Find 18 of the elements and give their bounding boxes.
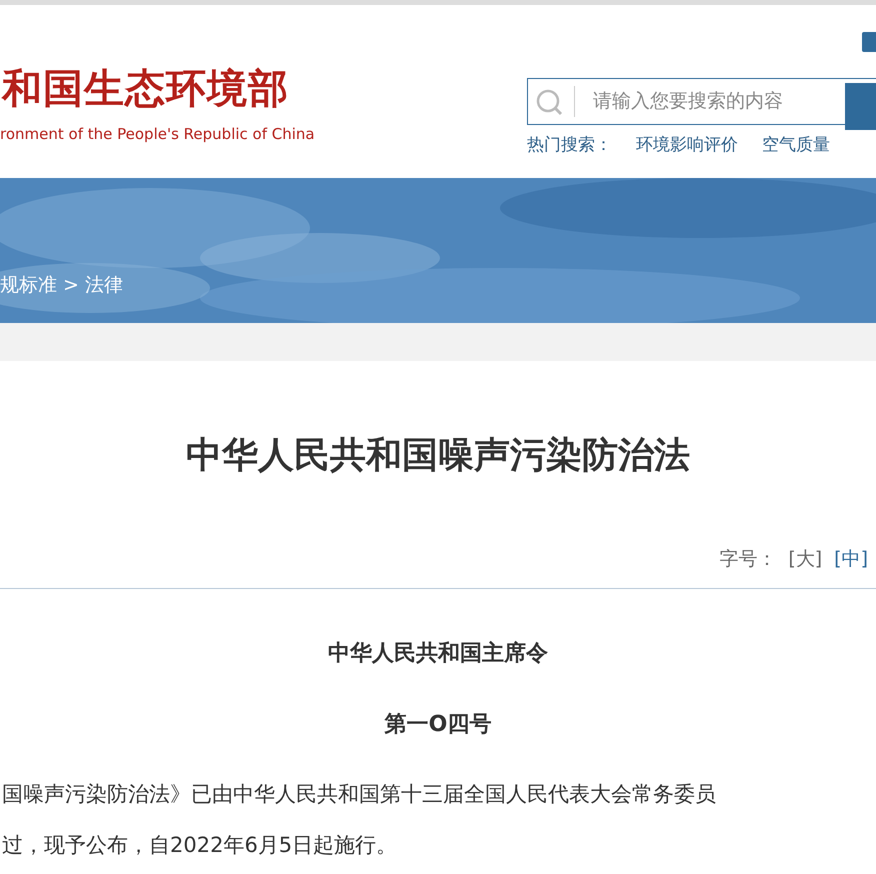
section-heading: 第一O四号 — [384, 710, 492, 738]
breadcrumb-link[interactable]: 规标准 — [0, 274, 57, 296]
hot-search-label: 热门搜索： — [527, 134, 612, 157]
paragraph-line: 国噪声污染防治法》已由中华人民共和国第十三届全国人民代表大会常务委员 — [1, 780, 717, 808]
search-button[interactable] — [845, 83, 876, 130]
paragraph-line: 过，现予公布，自2022年6月5日起施行。 — [1, 832, 398, 859]
section-heading: 中华人民共和国主席令 — [327, 640, 549, 668]
breadcrumb-separator: > — [63, 274, 79, 296]
font-size-option[interactable]: [大] — [776, 545, 822, 574]
search-field[interactable]: 请输入您要搜索的内容 — [527, 78, 876, 125]
font-size-label: 字号： — [719, 547, 776, 572]
breadcrumb-link[interactable]: 法律 — [84, 274, 123, 296]
site-logo-subtitle: ronment of the People's Republic of China — [0, 124, 315, 145]
site-logo-title[interactable]: 和国生态环境部 — [0, 65, 315, 113]
font-size-option[interactable]: [中] — [822, 545, 868, 574]
hot-search-link[interactable]: 环境影响评价 — [636, 133, 738, 158]
hot-search-link[interactable]: 空气质量 — [762, 133, 830, 158]
article-title: 中华人民共和国噪声污染防治法 — [185, 434, 691, 478]
